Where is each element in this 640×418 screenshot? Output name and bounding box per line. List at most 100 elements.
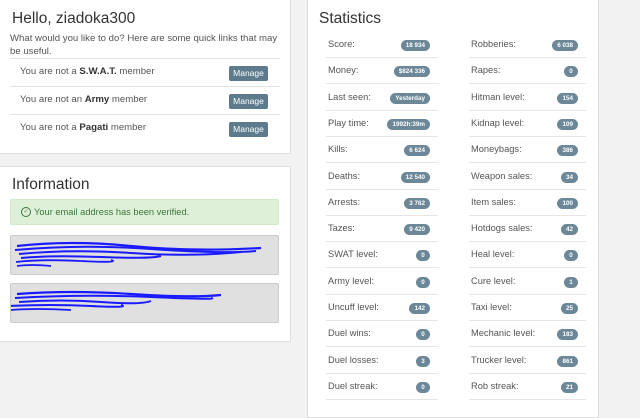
stat-value-badge: Yesterday: [390, 92, 430, 104]
stat-row: Hitman level: 154: [469, 85, 586, 111]
stat-row: Uncuff level: 142: [326, 295, 438, 321]
stat-value-badge: 34: [560, 171, 578, 183]
stat-label: Money:: [328, 65, 359, 76]
alert-text: Your email address has been verified.: [34, 207, 190, 217]
stat-value-badge: 6 624: [404, 145, 430, 157]
stat-value-badge: 386: [557, 145, 578, 157]
stat-value-badge: 0: [416, 381, 430, 393]
manage-pagati-button[interactable]: Manage: [229, 122, 268, 137]
stat-value-badge: 6 038: [552, 40, 578, 51]
stat-value-badge: 0: [416, 276, 430, 288]
stat-value-badge: 142: [409, 303, 430, 314]
stat-row: SWAT level: 0: [326, 242, 438, 269]
stat-label: SWAT level:: [328, 249, 378, 260]
check-circle-icon: ✓: [21, 206, 31, 217]
stat-value-badge: $824 336: [393, 66, 430, 78]
stat-value-badge: 0: [564, 66, 578, 78]
stat-label: Duel streak:: [328, 380, 378, 391]
stat-label: Rapes:: [471, 65, 501, 76]
stat-label: Heal level:: [471, 249, 515, 260]
stat-row: Weapon sales: 34: [469, 164, 586, 190]
stat-label: Mechanic level:: [471, 328, 536, 339]
stat-row: Cure level: 1: [469, 269, 586, 295]
stat-value-badge: 109: [557, 118, 578, 130]
redacted-info-box-2: [10, 283, 279, 323]
stat-label: Last seen:: [328, 91, 371, 102]
stat-row: Hotdogs sales: 42: [469, 216, 586, 243]
stat-value-badge: 12 540: [400, 171, 430, 183]
stat-row: Duel losses: 3: [326, 348, 438, 374]
stat-value-badge: 1: [564, 276, 578, 288]
stat-label: Hotdogs sales:: [471, 223, 533, 234]
stat-value-badge: 42: [560, 224, 578, 236]
stat-row: Kills: 6 624: [326, 137, 438, 164]
stat-row: Last seen: Yesterday: [326, 85, 438, 111]
stat-row: Kidnap level: 109: [469, 111, 586, 137]
redacted-info-box-1: [10, 235, 279, 275]
stat-row: Arrests: 3 762: [326, 190, 438, 216]
stat-value-badge: 0: [564, 250, 578, 262]
stat-label: Army level:: [328, 275, 374, 286]
stat-value-badge: 0: [416, 250, 430, 262]
redaction-scribble: [14, 241, 262, 267]
stat-label: Hitman level:: [471, 91, 525, 102]
stat-row: Play time: 1992h:39m: [326, 111, 438, 137]
stat-value-badge: 100: [557, 197, 578, 209]
stat-label: Score:: [328, 39, 355, 49]
stat-row: Rob streak: 21: [469, 374, 586, 400]
stat-label: Deaths:: [328, 170, 361, 181]
stat-row: Duel streak: 0: [326, 374, 438, 400]
stat-label: Uncuff level:: [328, 302, 379, 312]
stat-value-badge: 3: [416, 355, 430, 367]
stat-label: Duel wins:: [328, 328, 371, 339]
welcome-intro: What would you like to do? Here are some…: [10, 33, 278, 57]
stat-label: Trucker level:: [471, 354, 527, 365]
stat-label: Moneybags:: [471, 144, 522, 155]
stat-row: Trucker level: 861: [469, 348, 586, 374]
membership-row-swat: You are not a S.W.A.T. member Manage: [10, 58, 280, 86]
stat-row: Heal level: 0: [469, 242, 586, 269]
stat-row: Rapes: 0: [469, 58, 586, 85]
membership-text: You are not a Pagati member: [20, 122, 147, 133]
stat-label: Tazes:: [328, 223, 355, 234]
redaction-scribble: [11, 290, 222, 311]
membership-row-army: You are not an Army member Manage: [10, 86, 280, 114]
stat-row: Item sales: 100: [469, 190, 586, 216]
membership-text: You are not an Army member: [20, 94, 148, 105]
stat-label: Arrests:: [328, 196, 361, 207]
stat-label: Rob streak:: [471, 380, 519, 391]
stat-value-badge: 861: [557, 355, 578, 367]
stat-label: Kidnap level:: [471, 117, 525, 128]
stat-row: Money: $824 336: [326, 58, 438, 85]
information-title: Information: [12, 176, 90, 193]
stat-label: Weapon sales:: [471, 170, 533, 181]
stat-value-badge: 21: [560, 381, 578, 393]
welcome-title: Hello, ziadoka300: [12, 10, 136, 27]
stat-row: Moneybags: 386: [469, 137, 586, 164]
stat-label: Play time:: [328, 117, 369, 128]
stat-value-badge: 154: [557, 92, 578, 104]
statistics-title: Statistics: [319, 10, 382, 27]
stat-row: Army level: 0: [326, 269, 438, 295]
stat-label: Taxi level:: [471, 302, 512, 312]
stat-value-badge: 3 762: [404, 197, 430, 209]
stat-label: Cure level:: [471, 275, 516, 286]
stat-value-badge: 18 934: [400, 40, 430, 51]
stat-value-badge: 183: [557, 329, 578, 341]
stat-row: Duel wins: 0: [326, 321, 438, 348]
stat-label: Robberies:: [471, 39, 516, 49]
membership-row-pagati: You are not a Pagati member Manage: [10, 114, 280, 142]
stat-value-badge: 25: [560, 303, 578, 314]
stat-row: Deaths: 12 540: [326, 164, 438, 190]
manage-swat-button[interactable]: Manage: [229, 66, 268, 81]
stat-label: Duel losses:: [328, 354, 379, 365]
stat-value-badge: 1992h:39m: [387, 118, 430, 130]
email-verified-alert: ✓ Your email address has been verified.: [10, 199, 279, 225]
stat-row: Score: 18 934: [326, 32, 438, 58]
stat-value-badge: 9 420: [404, 224, 430, 236]
manage-army-button[interactable]: Manage: [229, 94, 268, 109]
membership-text: You are not a S.W.A.T. member: [20, 66, 155, 77]
stat-row: Taxi level: 25: [469, 295, 586, 321]
stat-value-badge: 0: [416, 329, 430, 341]
stat-label: Kills:: [328, 144, 348, 155]
